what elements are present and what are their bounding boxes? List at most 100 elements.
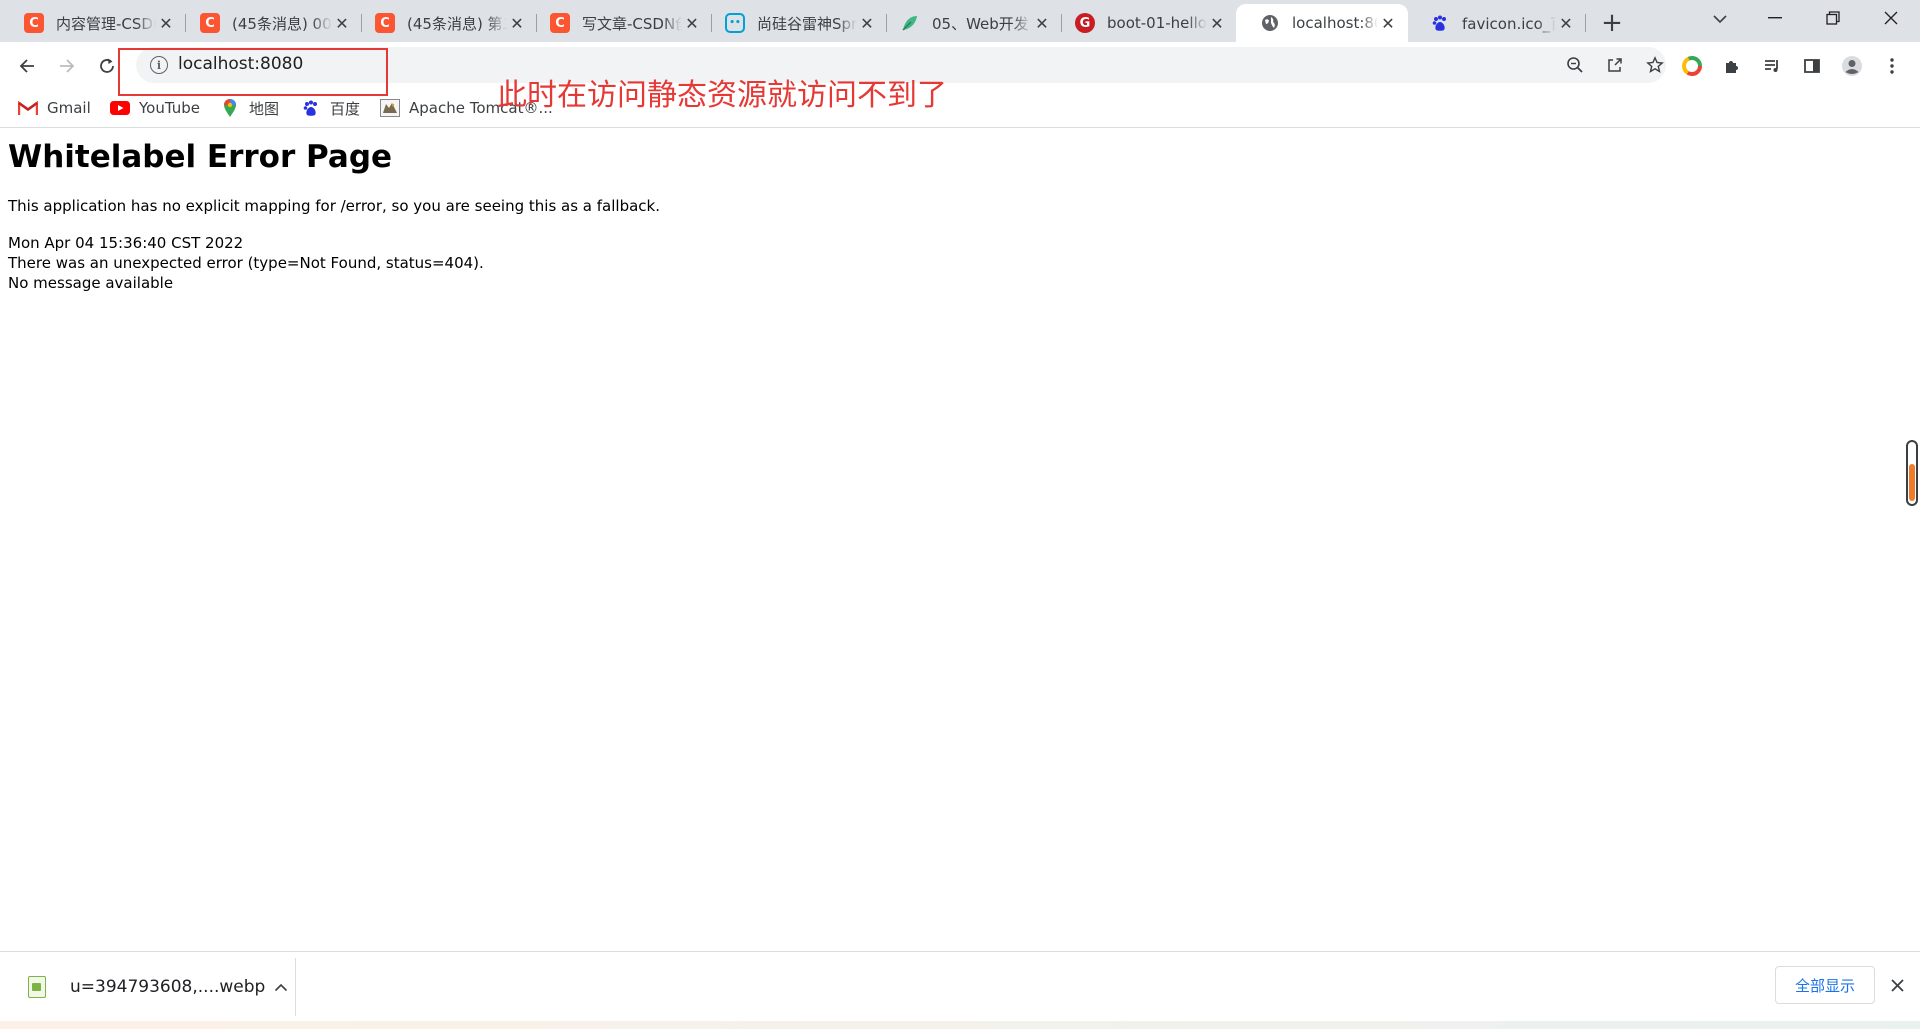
download-menu-button[interactable] xyxy=(268,974,294,1000)
tab-active-localhost[interactable]: localhost:8080 ✕ xyxy=(1236,4,1408,42)
close-icon[interactable]: ✕ xyxy=(156,13,176,33)
reload-icon xyxy=(100,58,114,73)
close-icon[interactable]: ✕ xyxy=(1556,13,1576,33)
close-icon xyxy=(1884,11,1898,25)
image-file-icon xyxy=(28,976,46,998)
tab-strip: C 内容管理-CSDN创作中心 ✕ C (45条消息) 000 SpringBo… xyxy=(0,0,1920,42)
annotation-text: 此时在访问静态资源就访问不到了 xyxy=(497,78,947,113)
download-shelf: u=394793608,....webp 全部显示 xyxy=(0,951,1920,1021)
side-panel-button[interactable] xyxy=(1795,49,1829,83)
csdn-icon: C xyxy=(24,13,44,33)
tab-title: (45条消息) 000 SpringBoot xyxy=(232,14,332,33)
arrow-left-icon xyxy=(19,59,34,73)
download-separator xyxy=(295,958,296,1016)
taskbar-strip xyxy=(0,1021,1920,1029)
minimize-button[interactable] xyxy=(1750,0,1800,36)
chrome-menu-button[interactable] xyxy=(1875,49,1909,83)
close-icon[interactable]: ✕ xyxy=(1207,13,1227,33)
tab-0[interactable]: C 内容管理-CSDN创作中心 ✕ xyxy=(0,4,186,42)
restore-button[interactable] xyxy=(1808,0,1858,36)
zoom-button[interactable] xyxy=(1558,48,1592,82)
bilibili-icon: •• xyxy=(725,13,745,33)
error-details: Mon Apr 04 15:36:40 CST 2022 There was a… xyxy=(8,233,484,293)
bookmark-baidu[interactable]: 百度 xyxy=(301,96,360,120)
tab-5[interactable]: 05、Web开发 ✕ xyxy=(876,4,1062,42)
gmail-icon xyxy=(18,98,38,118)
tab-title: (45条消息) 第二篇 xyxy=(407,14,507,33)
csdn-icon: C xyxy=(375,13,395,33)
globe-icon xyxy=(1260,13,1280,33)
scrollbar-thumb[interactable] xyxy=(1909,464,1915,501)
star-icon xyxy=(1646,56,1664,73)
tab-3[interactable]: C 写文章-CSDN创作中心 ✕ xyxy=(526,4,712,42)
more-vert-icon xyxy=(1890,58,1894,74)
close-icon[interactable]: ✕ xyxy=(682,13,702,33)
tab-separator xyxy=(1585,14,1586,32)
tomcat-icon xyxy=(380,98,400,118)
close-icon xyxy=(1890,978,1904,992)
csdn-icon: C xyxy=(550,13,570,33)
chrome-extension-button[interactable] xyxy=(1675,49,1709,83)
page-content: Whitelabel Error Page This application h… xyxy=(0,129,1900,951)
profile-button[interactable] xyxy=(1835,49,1869,83)
close-icon[interactable]: ✕ xyxy=(507,13,527,33)
puzzle-icon xyxy=(1726,61,1738,73)
avatar-icon xyxy=(1842,56,1862,76)
tab-title: 写文章-CSDN创作中心 xyxy=(582,14,682,33)
bookmark-label: 地图 xyxy=(249,99,280,118)
window-close-button[interactable] xyxy=(1866,0,1916,36)
tab-1[interactable]: C (45条消息) 000 SpringBoot ✕ xyxy=(176,4,362,42)
close-icon[interactable]: ✕ xyxy=(857,13,877,33)
page-title: Whitelabel Error Page xyxy=(8,139,393,175)
bookmark-label: Gmail xyxy=(47,99,91,117)
tab-search-button[interactable] xyxy=(1706,5,1734,33)
tab-title: boot-01-helloworld xyxy=(1107,14,1207,32)
reading-list-button[interactable] xyxy=(1755,49,1789,83)
error-type-line: There was an unexpected error (type=Not … xyxy=(8,254,484,272)
close-download-shelf-button[interactable] xyxy=(1884,972,1910,998)
error-timestamp: Mon Apr 04 15:36:40 CST 2022 xyxy=(8,234,244,252)
show-all-downloads-button[interactable]: 全部显示 xyxy=(1775,966,1875,1004)
bookmark-label: YouTube xyxy=(139,99,200,117)
tab-title: favicon.ico_百度搜索 xyxy=(1462,14,1556,33)
close-icon[interactable]: ✕ xyxy=(1378,13,1398,33)
download-item[interactable]: u=394793608,....webp xyxy=(16,962,294,1012)
close-icon[interactable]: ✕ xyxy=(1032,13,1052,33)
error-message-line: No message available xyxy=(8,274,174,292)
share-icon xyxy=(1608,58,1622,72)
download-file-name: u=394793608,....webp xyxy=(70,977,266,997)
tab-8[interactable]: favicon.ico_百度搜索 ✕ xyxy=(1406,4,1586,42)
tab-6[interactable]: G boot-01-helloworld ✕ xyxy=(1051,4,1237,42)
tab-2[interactable]: C (45条消息) 第二篇 ✕ xyxy=(351,4,537,42)
leaf-icon xyxy=(900,13,920,33)
fallback-text: This application has no explicit mapping… xyxy=(8,197,660,215)
chevron-up-icon xyxy=(274,983,288,991)
bookmark-gmail[interactable]: Gmail xyxy=(18,96,91,120)
tab-title: localhost:8080 xyxy=(1292,14,1378,32)
maps-icon xyxy=(220,98,240,118)
chrome-ring-icon xyxy=(1682,56,1702,76)
bookmark-star-button[interactable] xyxy=(1638,48,1672,82)
back-button[interactable] xyxy=(10,49,44,83)
forward-button[interactable] xyxy=(50,49,84,83)
share-button[interactable] xyxy=(1598,48,1632,82)
extensions-button[interactable] xyxy=(1715,49,1749,83)
side-panel-icon xyxy=(1804,59,1820,73)
tab-title: 05、Web开发 xyxy=(932,14,1029,33)
new-tab-button[interactable]: + xyxy=(1596,7,1628,39)
baidu-icon xyxy=(301,98,321,118)
chevron-down-icon xyxy=(1713,15,1727,24)
bookmark-youtube[interactable]: YouTube xyxy=(110,96,200,120)
tab-title: 尚硅谷雷神SpringBoot xyxy=(757,14,857,33)
csdn-icon: C xyxy=(200,13,220,33)
tab-title: 内容管理-CSDN创作中心 xyxy=(56,14,156,33)
bookmark-label: 百度 xyxy=(330,99,361,118)
bookmark-maps[interactable]: 地图 xyxy=(220,96,279,120)
close-icon[interactable]: ✕ xyxy=(332,13,352,33)
minimize-icon xyxy=(1768,17,1782,19)
zoom-out-icon xyxy=(1567,57,1583,73)
scrollbar-indicator[interactable] xyxy=(1906,440,1918,506)
youtube-icon xyxy=(110,98,130,118)
tab-4[interactable]: •• 尚硅谷雷神SpringBoot ✕ xyxy=(701,4,887,42)
annotation-highlight-box xyxy=(118,48,388,96)
